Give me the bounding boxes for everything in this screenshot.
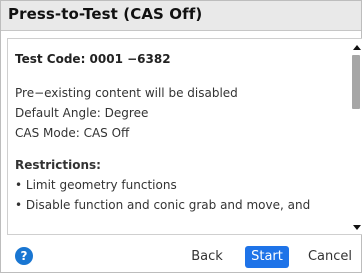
help-icon[interactable]: ? — [15, 247, 33, 265]
restrictions-heading: Restrictions: — [15, 158, 101, 172]
start-button[interactable]: Start — [245, 246, 289, 268]
dialog-title: Press-to-Test (CAS Off) — [8, 5, 203, 23]
restriction-item: • Disable function and conic grab and mo… — [15, 198, 311, 212]
dialog-footer: ? Back Start Cancel — [1, 242, 361, 274]
content-line: Pre−existing content will be disabled — [15, 86, 238, 100]
title-bar: Press-to-Test (CAS Off) — [1, 1, 361, 31]
content-line: Default Angle: Degree — [15, 106, 149, 120]
content-text: Test Code: 0001 −6382 Pre−existing conte… — [15, 49, 350, 215]
scroll-up-icon[interactable] — [353, 45, 361, 50]
back-button[interactable]: Back — [186, 246, 228, 268]
content-panel[interactable]: Test Code: 0001 −6382 Pre−existing conte… — [7, 38, 362, 235]
scroll-down-icon[interactable] — [353, 225, 361, 230]
vertical-scrollbar[interactable] — [348, 43, 362, 232]
scroll-thumb[interactable] — [352, 55, 360, 109]
test-code: Test Code: 0001 −6382 — [15, 52, 171, 66]
content-line: CAS Mode: CAS Off — [15, 126, 130, 140]
cancel-button[interactable]: Cancel — [304, 246, 356, 268]
restriction-item: • Limit geometry functions — [15, 178, 177, 192]
press-to-test-dialog: Press-to-Test (CAS Off) Test Code: 0001 … — [0, 0, 362, 273]
